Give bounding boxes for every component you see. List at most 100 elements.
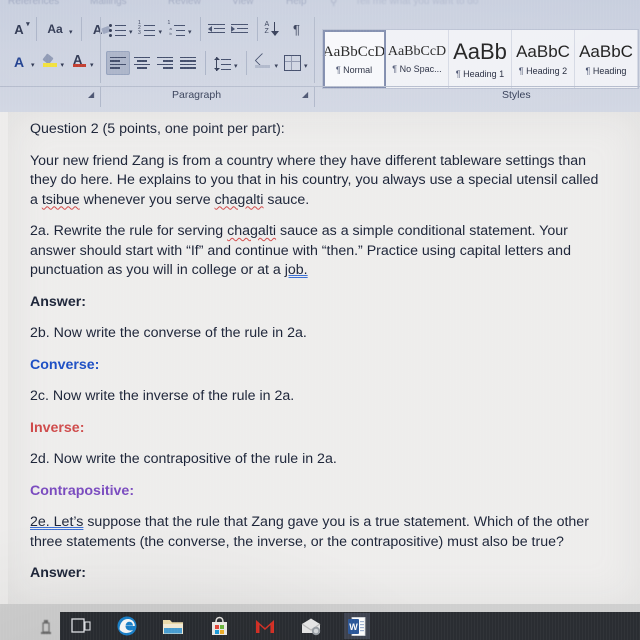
chevron-down-icon[interactable]: ▾: [129, 28, 133, 36]
show-formatting-marks-icon[interactable]: ¶: [286, 18, 308, 40]
tell-me-search-input[interactable]: Tell me what you want to do: [355, 0, 478, 7]
question-2-intro: Your new friend Zang is from a country w…: [30, 152, 605, 211]
align-center-icon[interactable]: [131, 52, 153, 74]
divider: [199, 17, 201, 41]
line-spacing-icon[interactable]: [211, 52, 233, 74]
question-2e: 2e. Let’s suppose that the rule that Zan…: [30, 513, 605, 552]
shading-icon[interactable]: [252, 52, 274, 74]
document-body[interactable]: Question 2 (5 points, one point per part…: [30, 120, 605, 596]
group-separator: [314, 87, 315, 107]
windows-taskbar[interactable]: W: [60, 612, 640, 640]
divider: [245, 51, 247, 75]
gmail-icon[interactable]: [252, 613, 278, 639]
tab-help[interactable]: Help: [286, 0, 307, 7]
ribbon-group-labels: ◢ Paragraph ◢ Styles: [0, 86, 640, 109]
chevron-down-icon[interactable]: ▾: [304, 62, 308, 70]
tab-mailings[interactable]: Mailings: [90, 0, 127, 7]
taskbar-icons: W: [68, 612, 390, 640]
style-name: ¶ Heading: [585, 66, 627, 76]
styles-gallery[interactable]: AaBbCcD ¶ Normal AaBbCcD ¶ No Spac... Aa…: [322, 29, 639, 89]
justify-icon[interactable]: [177, 52, 199, 74]
mail-app-icon[interactable]: [298, 613, 324, 639]
shrink-font-icon[interactable]: A ▾: [8, 18, 30, 40]
font-dialog-launcher[interactable]: ◢: [88, 91, 96, 99]
align-right-icon[interactable]: [154, 52, 176, 74]
misspelled-word-chagalti[interactable]: chagalti: [215, 192, 264, 208]
style-item-heading-1[interactable]: AaBb ¶ Heading 1: [449, 30, 512, 88]
stylus-pen-icon[interactable]: [38, 620, 54, 638]
question-2a-text-a: 2a. Rewrite the rule for serving: [30, 223, 228, 239]
intro-line-3b: whenever you serve: [79, 191, 215, 208]
multilevel-list-icon[interactable]: 1 a b: [165, 18, 187, 40]
task-view-icon[interactable]: [68, 613, 94, 639]
answer-label-1: Answer:: [30, 293, 86, 310]
decrease-indent-icon[interactable]: [206, 18, 228, 40]
chevron-down-icon[interactable]: ▾: [61, 61, 65, 69]
question-2e-text: suppose that the rule that Zang gave you…: [30, 514, 589, 550]
chevron-down-icon[interactable]: ▾: [188, 28, 192, 36]
borders-icon[interactable]: [281, 52, 303, 74]
svg-text:W: W: [349, 622, 358, 632]
chevron-down-icon[interactable]: ▾: [159, 28, 163, 36]
document-page[interactable]: Question 2 (5 points, one point per part…: [8, 112, 640, 604]
style-name: ¶ No Spac...: [392, 64, 442, 74]
question-2c-text: 2c. Now write the inverse of the rule in…: [30, 388, 295, 404]
intro-line-1: Your new friend Zang is from a country w…: [30, 152, 555, 169]
bullets-icon[interactable]: [106, 18, 128, 40]
group-separator: [100, 17, 101, 83]
highlighter-icon[interactable]: [38, 51, 60, 73]
misspelled-word-chagalti-2[interactable]: chagalti: [227, 223, 276, 239]
style-name-text: Normal: [343, 64, 373, 75]
ribbon-tab-strip: References Mailings Review View Help ⚲ T…: [0, 0, 640, 11]
question-2-title-text: Question 2 (5 points, one point per part…: [30, 121, 285, 137]
numbering-icon[interactable]: 1 2 3: [136, 18, 158, 40]
style-item-normal[interactable]: AaBbCcD ¶ Normal: [323, 30, 386, 88]
style-item-heading-3[interactable]: AaBbC ¶ Heading: [575, 30, 638, 88]
converse-prompt: Converse:: [30, 356, 605, 376]
chevron-down-icon[interactable]: ▾: [275, 62, 279, 70]
grammar-error-job[interactable]: job.: [285, 262, 308, 278]
misspelled-word-tsibue[interactable]: tsibue: [42, 192, 80, 208]
file-explorer-icon[interactable]: [160, 613, 186, 639]
chevron-down-icon[interactable]: ▾: [31, 61, 35, 69]
chevron-down-icon[interactable]: ▾: [90, 61, 94, 69]
microsoft-store-icon[interactable]: [206, 613, 232, 639]
divider: [256, 17, 258, 41]
change-case-icon[interactable]: Aa: [42, 18, 68, 40]
word-ribbon: References Mailings Review View Help ⚲ T…: [0, 0, 640, 112]
text-effects-color-icon[interactable]: A: [8, 51, 30, 73]
converse-label: Converse:: [30, 356, 100, 373]
style-preview: AaBbC: [579, 42, 633, 61]
edge-browser-icon[interactable]: [114, 613, 140, 639]
style-name: ¶ Normal: [335, 64, 373, 75]
group-separator: [100, 87, 101, 107]
document-pane[interactable]: Question 2 (5 points, one point per part…: [0, 112, 640, 604]
question-2b: 2b. Now write the converse of the rule i…: [30, 324, 605, 344]
word-icon[interactable]: W: [344, 613, 370, 639]
tab-references[interactable]: References: [8, 0, 59, 7]
chevron-down-icon[interactable]: ▾: [234, 62, 238, 70]
divider: [80, 17, 82, 41]
question-2c: 2c. Now write the inverse of the rule in…: [30, 387, 605, 407]
contrapositive-prompt: Contrapositive:: [30, 482, 605, 502]
group-separator: [314, 17, 315, 83]
inverse-label: Inverse:: [30, 419, 85, 436]
style-item-no-spacing[interactable]: AaBbCcD ¶ No Spac...: [386, 30, 449, 88]
question-2a: 2a. Rewrite the rule for serving chagalt…: [30, 222, 605, 281]
increase-indent-icon[interactable]: [229, 18, 251, 40]
align-left-icon[interactable]: [106, 51, 130, 75]
style-item-heading-2[interactable]: AaBbC ¶ Heading 2: [512, 30, 575, 88]
grammar-error-2e-lets[interactable]: 2e. Let’s: [30, 514, 83, 530]
style-name: ¶ Heading 2: [518, 66, 568, 76]
divider: [205, 51, 206, 75]
inverse-prompt: Inverse:: [30, 419, 605, 439]
tab-view[interactable]: View: [232, 0, 254, 7]
question-2d: 2d. Now write the contrapositive of the …: [30, 450, 605, 470]
chevron-down-icon[interactable]: ▾: [69, 28, 73, 36]
paragraph-dialog-launcher[interactable]: ◢: [302, 91, 310, 99]
style-name-text: No Spac...: [399, 64, 442, 74]
style-name-text: Heading 1: [463, 69, 505, 79]
font-color-icon[interactable]: A: [67, 51, 89, 73]
tab-review[interactable]: Review: [168, 0, 201, 7]
sort-icon[interactable]: A Z: [263, 18, 285, 40]
